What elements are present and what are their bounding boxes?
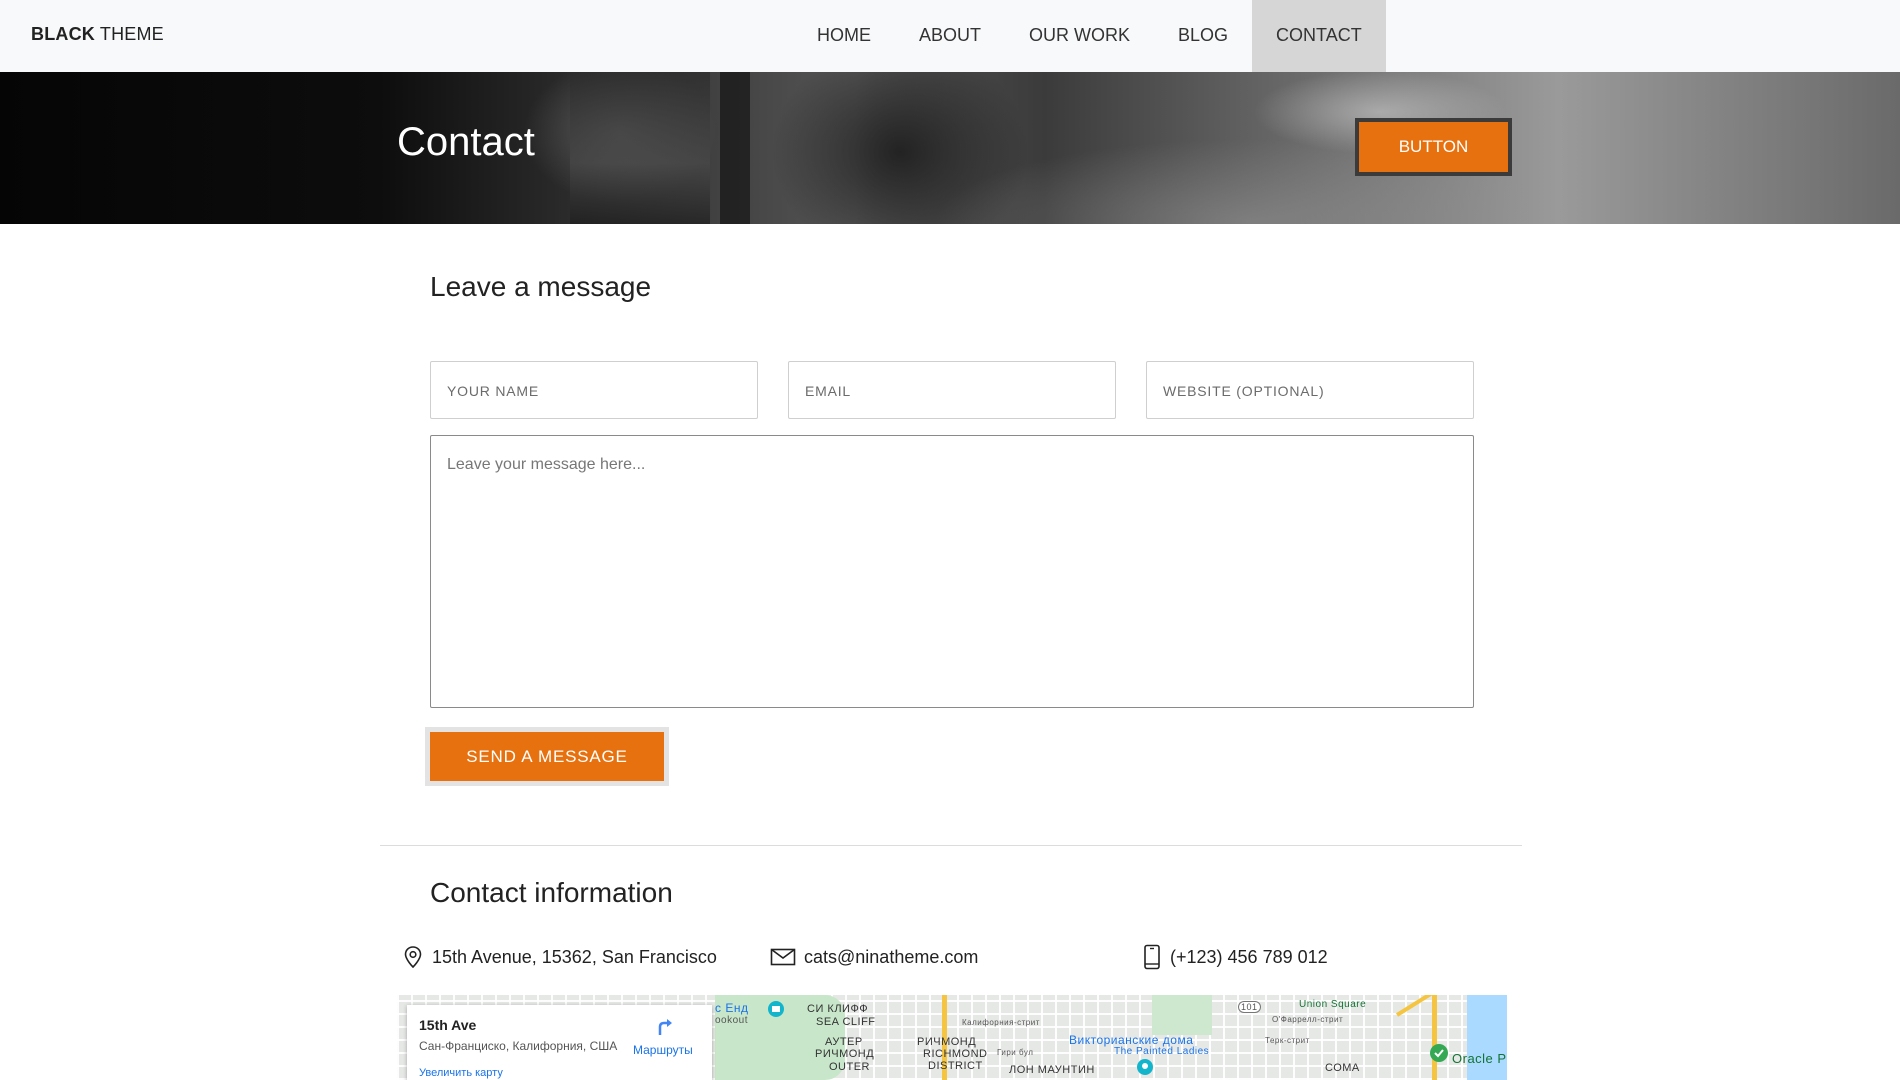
brand-rest: THEME <box>95 24 164 44</box>
contact-info-heading: Contact information <box>430 877 673 908</box>
phone-text: (+123) 456 789 012 <box>1170 946 1328 967</box>
main-nav: HOME ABOUT OUR WORK BLOG CONTACT <box>793 0 1386 72</box>
map-label: О'Фаррелл-стрит <box>1272 1015 1344 1024</box>
envelope-icon <box>770 948 796 966</box>
map-label: 101 <box>1238 1001 1261 1013</box>
contact-address: 15th Avenue, 15362, San Francisco <box>402 943 717 971</box>
map-place-title: 15th Ave <box>419 1017 477 1033</box>
map-water-area <box>1467 995 1507 1080</box>
nav-item-home[interactable]: HOME <box>793 0 895 72</box>
map-poi-icon <box>768 1001 784 1017</box>
map-label: Калифорния-стрит <box>962 1018 1040 1027</box>
nav-item-our-work[interactable]: OUR WORK <box>1005 0 1154 72</box>
navbar: BLACK THEME HOME ABOUT OUR WORK BLOG CON… <box>0 0 1900 72</box>
map-label: Гири бул <box>997 1048 1034 1057</box>
map-label: Union Square <box>1299 999 1367 1010</box>
map-label: СОМА <box>1325 1062 1360 1074</box>
nav-item-blog[interactable]: BLOG <box>1154 0 1252 72</box>
message-placeholder: Leave your message here... <box>447 456 646 473</box>
hero-banner: Contact BUTTON <box>0 72 1900 224</box>
website-placeholder: WEBSITE (OPTIONAL) <box>1163 383 1325 399</box>
map-label: Oracle Pa <box>1452 1051 1507 1066</box>
contact-phone: (+123) 456 789 012 <box>1142 943 1328 971</box>
map-label: OUTER <box>829 1061 870 1073</box>
map-label: SEA CLIFF <box>816 1016 876 1028</box>
address-text: 15th Avenue, 15362, San Francisco <box>432 946 717 967</box>
map-label: ookout <box>715 1015 749 1026</box>
map-label: Викторианские дома <box>1069 1033 1194 1047</box>
page-title: Contact <box>397 120 535 164</box>
map-place-card: 15th Ave Сан-Франциско, Калифорния, США … <box>407 1005 712 1080</box>
section-divider <box>380 845 1522 846</box>
map-label: ЛОН МАУНТИН <box>1009 1064 1095 1076</box>
location-pin-icon <box>404 946 422 969</box>
map-label: DISTRICT <box>928 1060 983 1072</box>
map-park-area-2 <box>1152 995 1212 1035</box>
hero-background-sign <box>570 72 710 224</box>
hero-button[interactable]: BUTTON <box>1355 118 1512 176</box>
message-textarea[interactable]: Leave your message here... <box>430 435 1474 708</box>
map-label: RICHMOND <box>923 1048 988 1060</box>
map-place-address: Сан-Франциско, Калифорния, США <box>419 1039 618 1053</box>
map-label: с Енд <box>715 1001 749 1015</box>
enlarge-map-link[interactable]: Увеличить карту <box>419 1067 503 1079</box>
map-label: СИ КЛИФФ <box>807 1003 869 1015</box>
directions-link[interactable]: Маршруты <box>633 1043 693 1057</box>
directions-icon[interactable] <box>655 1017 675 1037</box>
map-road <box>1432 995 1437 1080</box>
map-label: РИЧМОНД <box>917 1036 977 1048</box>
nav-item-contact[interactable]: CONTACT <box>1252 0 1386 72</box>
map-label: The Painted Ladies <box>1114 1046 1210 1057</box>
name-input[interactable]: YOUR NAME <box>430 361 758 419</box>
send-message-button[interactable]: SEND A MESSAGE <box>425 727 669 786</box>
hero-background-post <box>720 72 750 224</box>
embedded-map[interactable]: с Енд ookout СИ КЛИФФ SEA CLIFF АУТЕР РИ… <box>397 995 1507 1080</box>
map-poi-icon <box>1137 1059 1153 1075</box>
name-placeholder: YOUR NAME <box>447 383 539 399</box>
contact-email: cats@ninatheme.com <box>770 943 978 971</box>
brand-logo[interactable]: BLACK THEME <box>31 24 164 45</box>
email-placeholder: EMAIL <box>805 383 852 399</box>
nav-item-about[interactable]: ABOUT <box>895 0 1005 72</box>
map-pin-icon <box>1430 1044 1448 1062</box>
map-label: Терк-стрит <box>1265 1036 1310 1045</box>
phone-icon <box>1144 944 1160 970</box>
map-label: РИЧМОНД <box>815 1048 875 1060</box>
form-heading: Leave a message <box>430 271 652 302</box>
brand-bold: BLACK <box>31 24 95 44</box>
map-label: АУТЕР <box>825 1036 863 1048</box>
website-input[interactable]: WEBSITE (OPTIONAL) <box>1146 361 1474 419</box>
email-text[interactable]: cats@ninatheme.com <box>804 947 978 968</box>
email-input[interactable]: EMAIL <box>788 361 1116 419</box>
